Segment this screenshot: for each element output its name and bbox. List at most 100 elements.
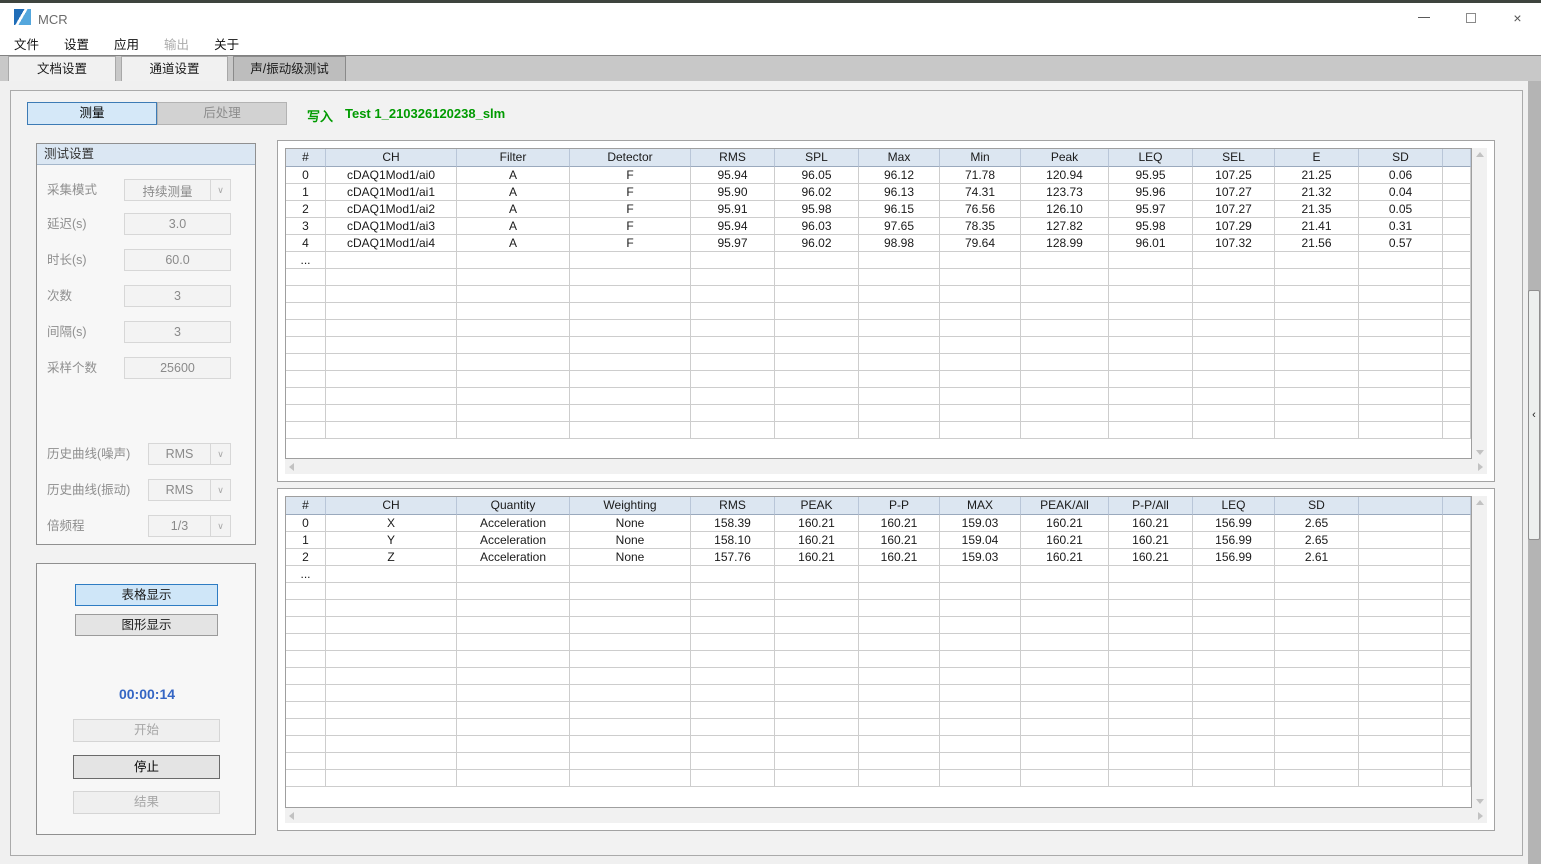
vibration-table-hscrollbar[interactable]	[285, 808, 1487, 823]
table-cell	[691, 337, 775, 354]
column-header[interactable]: SPL	[775, 149, 859, 167]
column-header[interactable]: #	[286, 149, 326, 167]
table-display-button[interactable]: 表格显示	[75, 584, 218, 606]
menu-item-about[interactable]: 关于	[203, 34, 250, 53]
column-header[interactable]: P-P/All	[1109, 497, 1193, 515]
table-cell	[326, 337, 457, 354]
table-row[interactable]: 2ZAccelerationNone157.76160.21160.21159.…	[286, 549, 1471, 566]
measure-mode-button[interactable]: 测量	[27, 102, 157, 125]
table-cell	[1359, 736, 1443, 753]
column-header[interactable]	[1359, 497, 1443, 515]
table-cell	[1275, 719, 1359, 736]
scroll-down-icon[interactable]	[1476, 799, 1484, 804]
scroll-left-icon[interactable]	[289, 463, 294, 471]
noise-table-hscrollbar[interactable]	[285, 459, 1487, 474]
column-header[interactable]: Min	[940, 149, 1021, 167]
noise-table-vscrollbar[interactable]	[1472, 148, 1487, 459]
column-header[interactable]: Detector	[570, 149, 691, 167]
table-row[interactable]: 3cDAQ1Mod1/ai3AF95.9496.0397.6578.35127.…	[286, 218, 1471, 235]
table-cell	[775, 600, 859, 617]
table-cell: 107.32	[1193, 235, 1275, 252]
table-cell	[940, 685, 1021, 702]
tab-channel-settings[interactable]: 通道设置	[121, 56, 228, 81]
table-cell	[1359, 252, 1443, 269]
table-row[interactable]: 0cDAQ1Mod1/ai0AF95.9496.0596.1271.78120.…	[286, 167, 1471, 184]
column-header[interactable]: LEQ	[1193, 497, 1275, 515]
table-cell: cDAQ1Mod1/ai1	[326, 184, 457, 201]
column-header[interactable]: Max	[859, 149, 940, 167]
column-header[interactable]: RMS	[691, 497, 775, 515]
table-cell	[1443, 651, 1471, 668]
table-cell: 96.13	[859, 184, 940, 201]
postprocess-mode-button: 后处理	[157, 102, 287, 125]
side-splitter: ‹	[1528, 81, 1541, 864]
minimize-button[interactable]	[1400, 3, 1447, 32]
table-cell	[691, 286, 775, 303]
table-row[interactable]: 1cDAQ1Mod1/ai1AF95.9096.0296.1374.31123.…	[286, 184, 1471, 201]
table-cell: 74.31	[940, 184, 1021, 201]
column-header[interactable]: Quantity	[457, 497, 570, 515]
table-cell	[457, 286, 570, 303]
table-cell	[1021, 252, 1109, 269]
table-cell	[1021, 320, 1109, 337]
scroll-right-icon[interactable]	[1478, 463, 1483, 471]
menu-item-application[interactable]: 应用	[103, 34, 150, 53]
close-icon: ×	[1513, 10, 1521, 26]
column-header[interactable]: SD	[1275, 497, 1359, 515]
table-cell: 1	[286, 184, 326, 201]
table-cell: 0.05	[1359, 201, 1443, 218]
table-cell	[859, 405, 940, 422]
scroll-up-icon[interactable]	[1476, 500, 1484, 505]
table-cell	[286, 388, 326, 405]
table-row[interactable]: 1YAccelerationNone158.10160.21160.21159.…	[286, 532, 1471, 549]
stop-button[interactable]: 停止	[73, 755, 220, 779]
scroll-up-icon[interactable]	[1476, 152, 1484, 157]
column-header[interactable]: MAX	[940, 497, 1021, 515]
table-row[interactable]: 2cDAQ1Mod1/ai2AF95.9195.9896.1576.56126.…	[286, 201, 1471, 218]
table-cell	[1021, 388, 1109, 405]
column-header[interactable]: #	[286, 497, 326, 515]
collapse-panel-handle[interactable]: ‹	[1528, 290, 1540, 540]
column-header[interactable]: Peak	[1021, 149, 1109, 167]
table-cell: X	[326, 515, 457, 532]
column-header[interactable]: PEAK/All	[1021, 497, 1109, 515]
column-header[interactable]: Weighting	[570, 497, 691, 515]
table-cell	[286, 337, 326, 354]
scroll-right-icon[interactable]	[1478, 812, 1483, 820]
table-cell	[457, 634, 570, 651]
scroll-down-icon[interactable]	[1476, 450, 1484, 455]
column-header[interactable]	[1443, 149, 1471, 167]
column-header[interactable]: PEAK	[775, 497, 859, 515]
column-header[interactable]: SEL	[1193, 149, 1275, 167]
scroll-left-icon[interactable]	[289, 812, 294, 820]
table-cell: 120.94	[1021, 167, 1109, 184]
graph-display-button[interactable]: 图形显示	[75, 614, 218, 636]
tab-document-settings[interactable]: 文档设置	[8, 56, 116, 81]
column-header[interactable]: P-P	[859, 497, 940, 515]
close-button[interactable]: ×	[1494, 3, 1541, 32]
column-header[interactable]: SD	[1359, 149, 1443, 167]
table-cell	[286, 753, 326, 770]
maximize-button[interactable]	[1447, 3, 1494, 32]
tab-sound-vibration-test[interactable]: 声/振动级测试	[233, 56, 346, 81]
table-cell	[940, 770, 1021, 787]
menu-item-settings[interactable]: 设置	[53, 34, 100, 53]
column-header[interactable]: LEQ	[1109, 149, 1193, 167]
table-cell	[1021, 719, 1109, 736]
column-header[interactable]: RMS	[691, 149, 775, 167]
table-cell	[286, 736, 326, 753]
settings-input: 3.0	[124, 213, 231, 235]
table-cell	[1193, 651, 1275, 668]
column-header[interactable]	[1443, 497, 1471, 515]
vibration-table-vscrollbar[interactable]	[1472, 496, 1487, 808]
table-cell	[691, 269, 775, 286]
column-header[interactable]: Filter	[457, 149, 570, 167]
menu-item-file[interactable]: 文件	[3, 34, 50, 53]
column-header[interactable]: CH	[326, 149, 457, 167]
column-header[interactable]: CH	[326, 497, 457, 515]
column-header[interactable]: E	[1275, 149, 1359, 167]
table-row[interactable]: 0XAccelerationNone158.39160.21160.21159.…	[286, 515, 1471, 532]
table-cell: 95.98	[775, 201, 859, 218]
table-row[interactable]: 4cDAQ1Mod1/ai4AF95.9796.0298.9879.64128.…	[286, 235, 1471, 252]
elapsed-timer: 00:00:14	[37, 686, 257, 702]
